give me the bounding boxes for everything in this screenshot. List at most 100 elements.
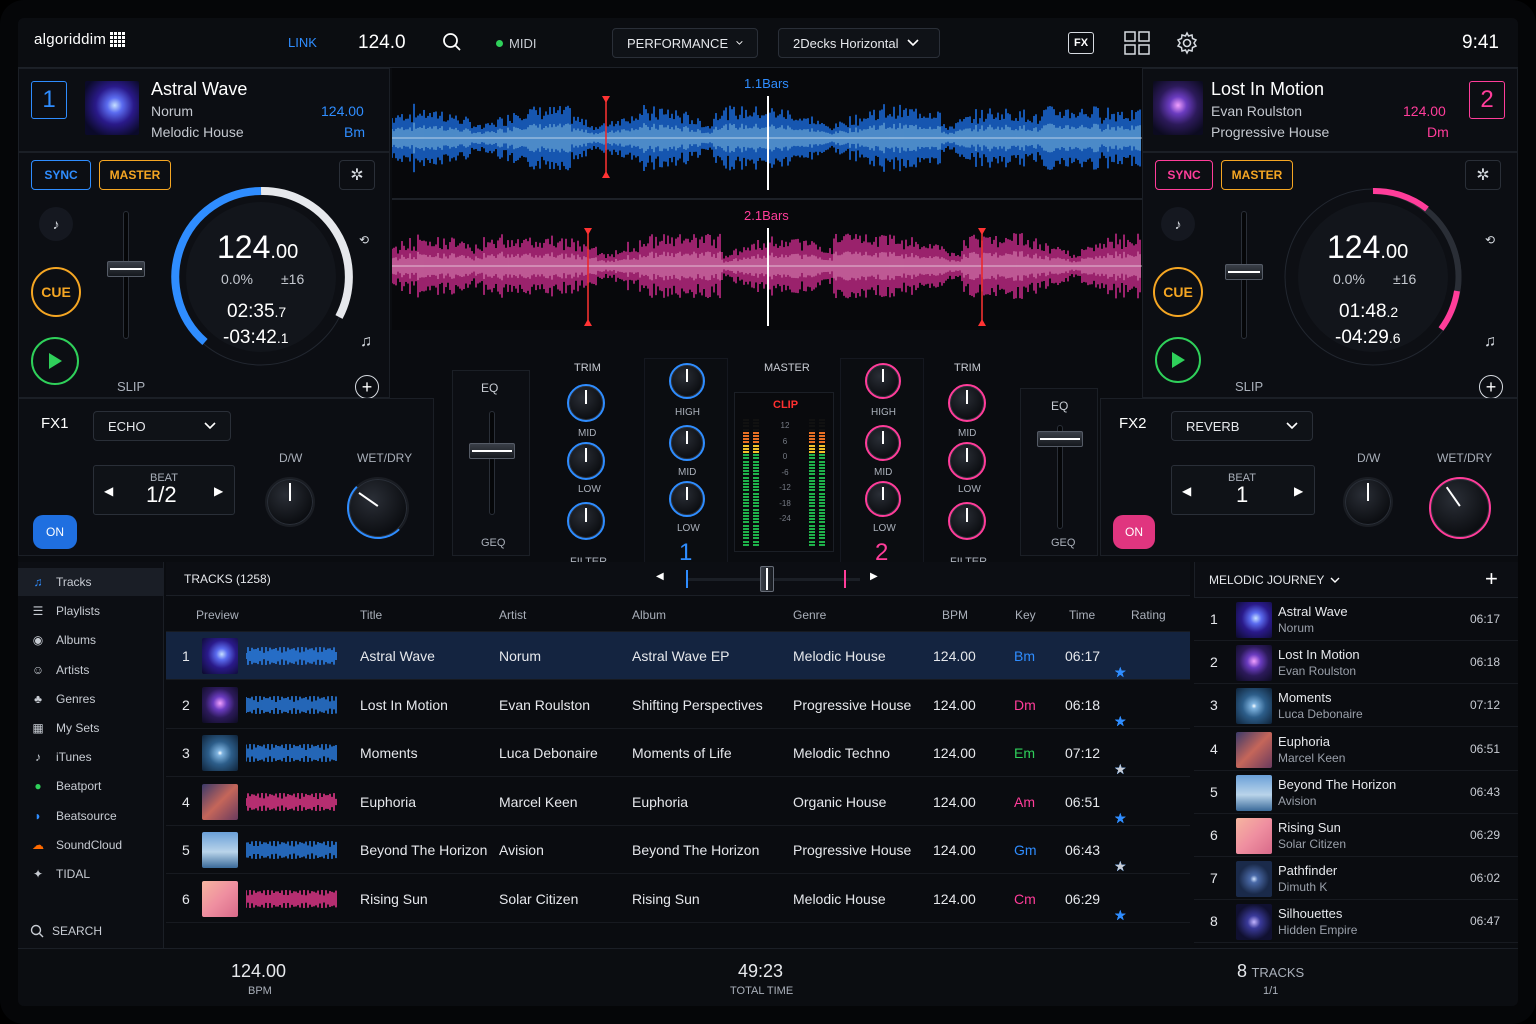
col-artist[interactable]: Artist (499, 608, 526, 622)
deck1-music-note-icon[interactable]: ♫ (360, 333, 372, 351)
fx2-beat-next-icon[interactable]: ▶ (1294, 484, 1303, 498)
ch1-eq-low-knob[interactable] (669, 481, 705, 517)
ch1-filter-knob[interactable] (567, 502, 605, 540)
playlist-add-icon[interactable]: + (1485, 566, 1498, 592)
star-icon[interactable]: ★ (1114, 713, 1127, 730)
deck2-loop-icon[interactable]: ⟲ (1485, 233, 1495, 247)
playlist-title-dropdown[interactable]: MELODIC JOURNEY (1209, 573, 1340, 587)
sidebar-item-genres[interactable]: ♣ Genres (18, 685, 164, 713)
sidebar-item-tracks[interactable]: ♫ Tracks (18, 568, 164, 596)
deck2-keylock-icon[interactable]: ♪ (1161, 207, 1195, 241)
waveform-area[interactable]: 1.1Bars 2.1Bars (391, 68, 1142, 330)
col-time[interactable]: Time (1069, 608, 1095, 622)
sidebar-item-artists[interactable]: ☺ Artists (18, 656, 164, 684)
ch1-eq-mid-knob[interactable] (669, 425, 705, 461)
ch1-mid-knob[interactable] (567, 442, 605, 480)
fx2-wetdry-knob[interactable] (1429, 477, 1491, 539)
ch2-filter-knob[interactable] (948, 502, 986, 540)
table-row[interactable]: 5 Beyond The Horizon Avision Beyond The Hor… (166, 826, 1190, 874)
sidebar-item-beatsource[interactable]: ◗ Beatsource (18, 802, 164, 830)
playlist-item[interactable]: 4 Euphoria Marcel Keen 06:51 (1194, 728, 1518, 771)
sidebar-item-itunes[interactable]: ♪ iTunes (18, 743, 164, 771)
sidebar-item-my-sets[interactable]: ▦ My Sets (18, 714, 164, 742)
midi-status[interactable]: MIDI (496, 36, 536, 51)
track-preview-waveform[interactable] (246, 889, 338, 909)
table-row[interactable]: 3 Moments Luca Debonaire Moments of Life Mel… (166, 729, 1190, 777)
deck2-slip-button[interactable]: SLIP (1235, 379, 1263, 394)
ch2-eq-mid-knob[interactable] (865, 425, 901, 461)
playlist-item[interactable]: 2 Lost In Motion Evan Roulston 06:18 (1194, 641, 1518, 685)
ch2-eq-low-knob[interactable] (865, 481, 901, 517)
playlist-item[interactable]: 5 Beyond The Horizon Avision 06:43 (1194, 771, 1518, 814)
fx1-beat-prev-icon[interactable]: ◀ (104, 484, 113, 498)
deck1-keylock-icon[interactable]: ♪ (39, 207, 73, 241)
ch2-mid-knob[interactable] (948, 442, 986, 480)
col-album[interactable]: Album (632, 608, 666, 622)
sidebar-item-albums[interactable]: ◉ Albums (18, 626, 164, 654)
link-button[interactable]: LINK (288, 35, 317, 50)
playlist-item[interactable]: 1 Astral Wave Norum 06:17 (1194, 598, 1518, 641)
sidebar-item-soundcloud[interactable]: ☁ SoundCloud (18, 831, 164, 859)
deck1-cue-button[interactable]: CUE (31, 267, 81, 317)
ch1-eq-fader-track[interactable] (489, 411, 495, 515)
crossfader[interactable] (686, 566, 862, 592)
sidebar-item-tidal[interactable]: ✦ TIDAL (18, 860, 164, 888)
crossfader-left-icon[interactable]: ◀ (656, 571, 664, 582)
track-preview-waveform[interactable] (246, 743, 338, 763)
fx2-beat-prev-icon[interactable]: ◀ (1182, 484, 1191, 498)
deck1-pitch-fader-cap[interactable] (107, 261, 145, 277)
table-row[interactable]: 6 Rising Sun Solar Citizen Rising Sun Melodi… (166, 875, 1190, 923)
deck2-pitch-fader-cap[interactable] (1225, 264, 1263, 280)
ch1-trim-knob[interactable] (567, 384, 605, 422)
deck2-sync-button[interactable]: SYNC (1155, 160, 1213, 190)
view-layout-icon[interactable] (1124, 31, 1150, 60)
search-icon[interactable] (442, 32, 462, 57)
star-icon[interactable]: ★ (1114, 761, 1127, 778)
deck2-cue-button[interactable]: CUE (1153, 267, 1203, 317)
fx1-effect-dropdown[interactable]: ECHO (93, 411, 231, 441)
col-key[interactable]: Key (1015, 608, 1036, 622)
fx1-beat-next-icon[interactable]: ▶ (214, 484, 223, 498)
fx2-beat-selector[interactable]: BEAT ◀ 1 ▶ (1171, 465, 1315, 515)
fx2-dw-knob[interactable] (1343, 477, 1393, 527)
deck2-hotcue-icon[interactable]: ✲ (1465, 160, 1501, 190)
deck1-slip-button[interactable]: SLIP (117, 379, 145, 394)
mode-dropdown[interactable]: PERFORMANCE (612, 28, 758, 58)
col-bpm[interactable]: BPM (942, 608, 968, 622)
deck1-sync-button[interactable]: SYNC (31, 160, 91, 190)
sidebar-item-beatport[interactable]: ● Beatport (18, 772, 164, 800)
sidebar-search[interactable]: SEARCH (30, 924, 102, 938)
star-icon[interactable]: ★ (1114, 810, 1127, 827)
table-row[interactable]: 1 Astral Wave Norum Astral Wave EP Melodic H… (166, 632, 1190, 680)
ch1-high-knob[interactable] (669, 363, 705, 399)
playlist-item[interactable]: 7 Pathfinder Dimuth K 06:02 (1194, 857, 1518, 901)
playlist-item[interactable]: 3 Moments Luca Debonaire 07:12 (1194, 684, 1518, 728)
deck1-add-icon[interactable]: + (355, 375, 379, 399)
deck2-music-note-icon[interactable]: ♫ (1484, 333, 1496, 351)
fx1-beat-selector[interactable]: BEAT ◀ 1/2 ▶ (93, 465, 235, 515)
deck2-play-button[interactable] (1155, 337, 1201, 383)
fx2-on-button[interactable]: ON (1113, 515, 1155, 549)
ch2-trim-knob[interactable] (948, 384, 986, 422)
playlist-item[interactable]: 8 Silhouettes Hidden Empire 06:47 (1194, 900, 1518, 944)
fx-view-icon[interactable]: FX (1068, 32, 1094, 54)
fx1-dw-knob[interactable] (265, 477, 315, 527)
track-preview-waveform[interactable] (246, 695, 338, 715)
fx2-effect-dropdown[interactable]: REVERB (1171, 411, 1313, 441)
star-icon[interactable]: ★ (1114, 907, 1127, 924)
layout-dropdown[interactable]: 2Decks Horizontal (778, 28, 940, 58)
fx1-wetdry-knob[interactable] (347, 477, 409, 539)
ch2-high-knob[interactable] (865, 363, 901, 399)
settings-gear-icon[interactable] (1175, 31, 1199, 60)
fx1-on-button[interactable]: ON (33, 515, 77, 549)
star-icon[interactable]: ★ (1114, 858, 1127, 875)
track-preview-waveform[interactable] (246, 840, 338, 860)
master-bpm[interactable]: 124.0 (358, 32, 406, 54)
deck1-play-button[interactable] (31, 337, 79, 385)
table-row[interactable]: 2 Lost In Motion Evan Roulston Shifting Per… (166, 681, 1190, 729)
col-genre[interactable]: Genre (793, 608, 826, 622)
table-row[interactable]: 4 Euphoria Marcel Keen Euphoria Organic Hous… (166, 778, 1190, 826)
crossfader-right-icon[interactable]: ▶ (870, 571, 878, 582)
deck1-loop-icon[interactable]: ⟲ (359, 233, 369, 247)
ch2-eq-fader-cap[interactable] (1037, 431, 1083, 447)
